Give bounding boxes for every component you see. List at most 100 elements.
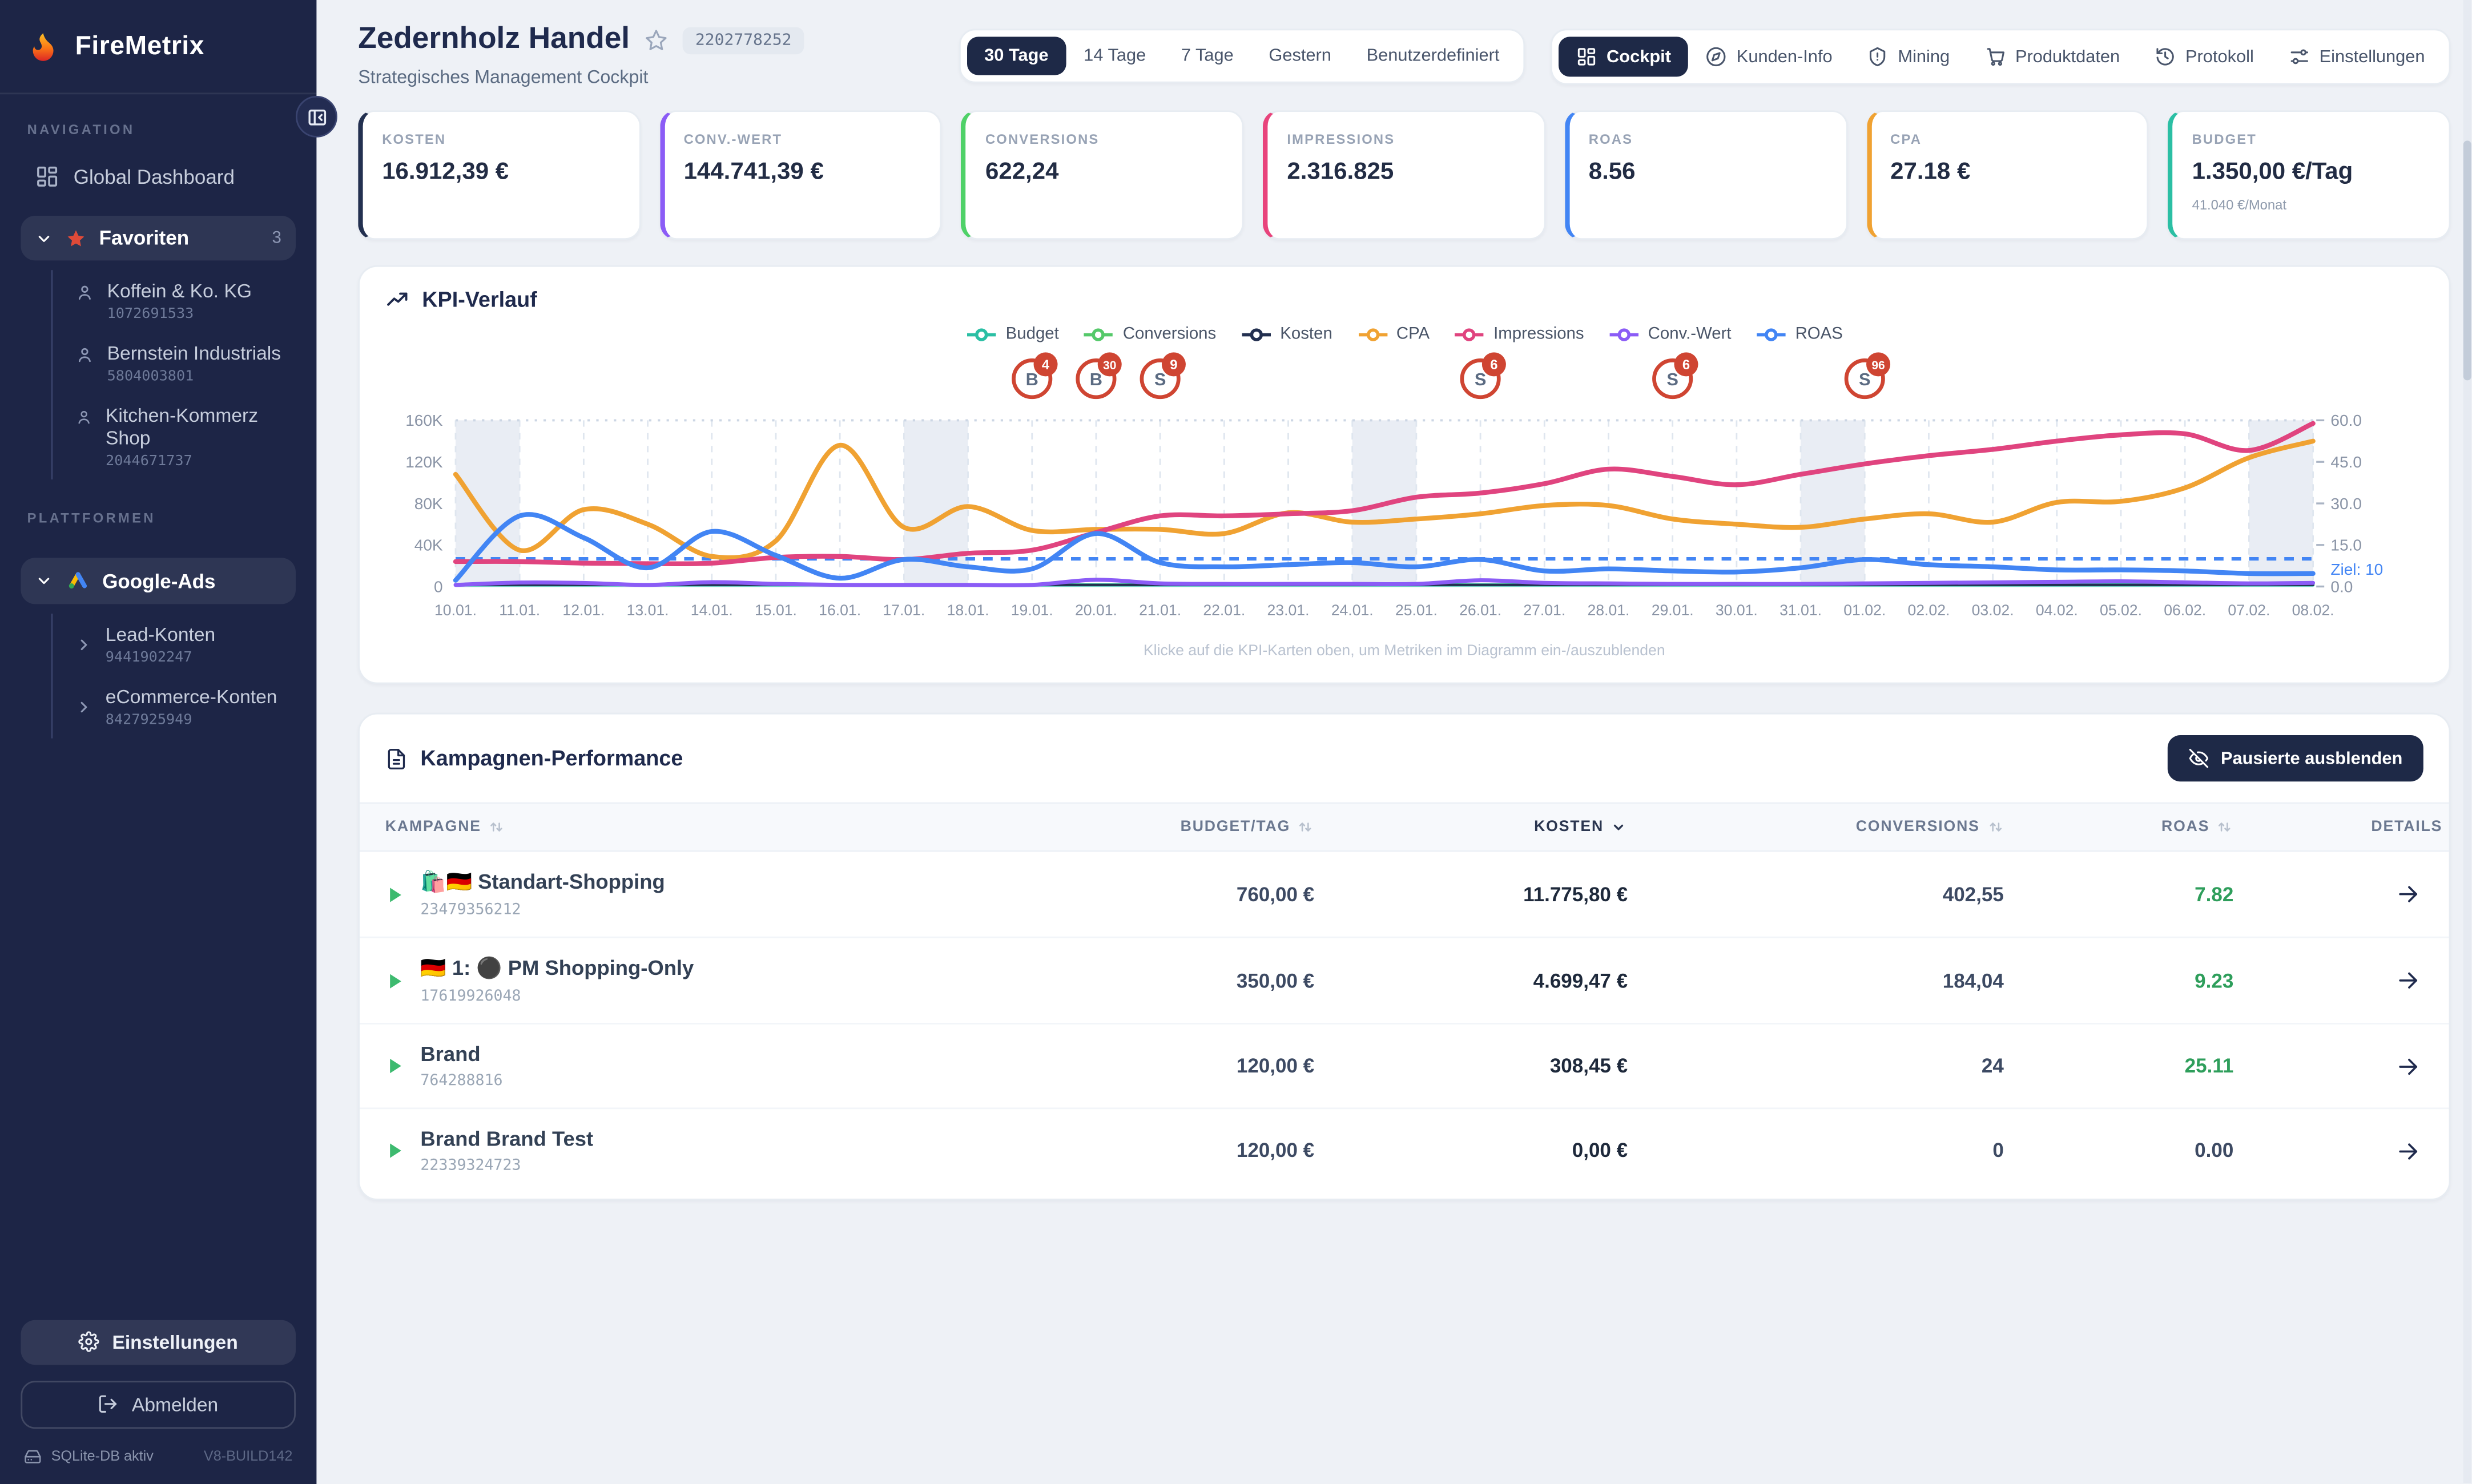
shield-icon xyxy=(1867,46,1888,67)
conversions-cell: 184,04 xyxy=(1634,969,2010,991)
table-row[interactable]: 🛍️🇩🇪 Standart-Shopping23479356212760,00 … xyxy=(360,852,2449,938)
tab-cockpit[interactable]: Cockpit xyxy=(1559,37,1689,76)
column-header-roas[interactable]: ROAS xyxy=(2010,818,2240,836)
tab-kunden-info[interactable]: Kunden-Info xyxy=(1689,37,1850,76)
sidebar-item-lead-konten[interactable]: Lead-Konten9441902247 xyxy=(72,614,296,676)
budget-cell: 760,00 € xyxy=(1070,883,1320,905)
campaign-name: Brand xyxy=(420,1042,502,1066)
column-header-kosten[interactable]: KOSTEN xyxy=(1320,818,1634,836)
annotation-marker[interactable]: B4 xyxy=(1014,352,1058,397)
kpi-chart-card: KPI-Verlauf BudgetConversionsKostenCPAIm… xyxy=(358,265,2450,684)
kpi-card-cpa[interactable]: CPA27.18 € xyxy=(1866,110,2149,240)
tab-einstellungen[interactable]: Einstellungen xyxy=(2272,37,2443,76)
sidebar-item-google-ads[interactable]: Google-Ads xyxy=(21,558,296,604)
column-header-budget-tag[interactable]: BUDGET/TAG xyxy=(1070,818,1320,836)
column-header-conversions[interactable]: CONVERSIONS xyxy=(1634,818,2010,836)
settings-button[interactable]: Einstellungen xyxy=(21,1320,296,1364)
legend-item-budget[interactable]: Budget xyxy=(966,324,1059,344)
sidebar-collapse-button[interactable] xyxy=(296,96,337,138)
column-header-details[interactable]: DETAILS xyxy=(2240,818,2449,836)
favorite-item[interactable]: Koffein & Ko. KG1072691533 xyxy=(72,270,296,332)
annotation-marker[interactable]: S6 xyxy=(1654,352,1698,397)
svg-text:6: 6 xyxy=(1490,357,1497,373)
campaign-name: 🛍️🇩🇪 Standart-Shopping xyxy=(420,869,665,895)
kpi-card-conv-wert[interactable]: CONV.-WERT144.741,39 € xyxy=(660,110,943,240)
table-row[interactable]: Brand764288816120,00 €308,45 €2425.11 xyxy=(360,1025,2449,1109)
range-30-tage[interactable]: 30 Tage xyxy=(967,37,1066,75)
budget-cell: 120,00 € xyxy=(1070,1139,1320,1162)
table-row[interactable]: 🇩🇪 1: ⚫ PM Shopping-Only17619926048350,0… xyxy=(360,938,2449,1025)
kpi-card-kosten[interactable]: KOSTEN16.912,39 € xyxy=(358,110,641,240)
roas-cell: 7.82 xyxy=(2010,883,2240,905)
kosten-cell: 4.699,47 € xyxy=(1320,969,1634,991)
scrollbar-thumb[interactable] xyxy=(2464,140,2472,380)
chart-svg: 040K80K120K160K0.015.030.045.060.0Ziel: … xyxy=(385,344,2423,628)
svg-text:96: 96 xyxy=(1871,359,1885,372)
svg-text:07.02.: 07.02. xyxy=(2228,602,2270,619)
trend-up-icon xyxy=(385,288,409,312)
page-header: Zedernholz Handel 2202778252 Strategisch… xyxy=(358,22,2450,88)
legend-item-kosten[interactable]: Kosten xyxy=(1240,324,1332,344)
svg-text:S: S xyxy=(1154,369,1166,389)
kpi-card-roas[interactable]: ROAS8.56 xyxy=(1565,110,1847,240)
hide-paused-button[interactable]: Pausierte ausblenden xyxy=(2168,735,2423,781)
annotation-marker[interactable]: S9 xyxy=(1142,352,1186,397)
legend-marker-icon xyxy=(1756,327,1787,341)
tab-protokoll[interactable]: Protokoll xyxy=(2137,37,2272,76)
annotation-marker[interactable]: B30 xyxy=(1078,352,1122,397)
legend-marker-icon xyxy=(1356,327,1388,341)
google-ads-label: Google-Ads xyxy=(102,570,281,592)
kpi-card-impressions[interactable]: IMPRESSIONS2.316.825 xyxy=(1263,110,1545,240)
main-content: Zedernholz Handel 2202778252 Strategisch… xyxy=(316,0,2472,1484)
favorite-toggle-star-icon[interactable] xyxy=(644,28,668,52)
sidebar-item-global-dashboard[interactable]: Global Dashboard xyxy=(21,154,296,200)
table-row[interactable]: Brand Brand Test22339324723120,00 €0,00 … xyxy=(360,1109,2449,1192)
platforms-section-label: PLATTFORMEN xyxy=(27,510,289,526)
range-benutzerdefiniert[interactable]: Benutzerdefiniert xyxy=(1349,37,1517,75)
scrollbar-track[interactable] xyxy=(2464,0,2472,1483)
budget-cell: 120,00 € xyxy=(1070,1055,1320,1077)
tab-produktdaten[interactable]: Produktdaten xyxy=(1967,37,2137,76)
svg-text:30.0: 30.0 xyxy=(2330,495,2362,513)
brand-title: FireMetrix xyxy=(75,31,204,62)
svg-text:45.0: 45.0 xyxy=(2330,453,2362,471)
sort-icon xyxy=(488,818,505,836)
page-title: Zedernholz Handel xyxy=(358,22,630,58)
legend-item-cpa[interactable]: CPA xyxy=(1356,324,1430,344)
svg-text:12.01.: 12.01. xyxy=(562,602,605,619)
legend-item-conversions[interactable]: Conversions xyxy=(1083,324,1216,344)
kpi-card-conversions[interactable]: CONVERSIONS622,24 xyxy=(961,110,1244,240)
svg-text:0.0: 0.0 xyxy=(2330,578,2353,595)
logout-button[interactable]: Abmelden xyxy=(21,1380,296,1428)
kosten-cell: 308,45 € xyxy=(1320,1055,1634,1077)
budget-cell: 350,00 € xyxy=(1070,969,1320,991)
google-ads-children: Lead-Konten9441902247eCommerce-Konten842… xyxy=(51,614,296,738)
svg-text:19.01.: 19.01. xyxy=(1011,602,1053,619)
nav-section-label: NAVIGATION xyxy=(27,122,289,138)
details-link[interactable] xyxy=(2240,1054,2449,1078)
details-link[interactable] xyxy=(2240,882,2449,906)
svg-text:15.01.: 15.01. xyxy=(755,602,797,619)
svg-text:60.0: 60.0 xyxy=(2330,412,2362,429)
range-7-tage[interactable]: 7 Tage xyxy=(1163,37,1251,75)
kpi-card-budget[interactable]: BUDGET1.350,00 €/Tag41.040 €/Monat xyxy=(2168,110,2451,240)
favorites-group-header[interactable]: Favoriten 3 xyxy=(21,216,296,260)
details-link[interactable] xyxy=(2240,1139,2449,1163)
svg-text:25.01.: 25.01. xyxy=(1395,602,1438,619)
legend-item-conv-wert[interactable]: Conv.-Wert xyxy=(1608,324,1732,344)
column-header-kampagne[interactable]: KAMPAGNE xyxy=(360,818,1070,836)
chevron-down-icon xyxy=(35,572,53,590)
details-link[interactable] xyxy=(2240,969,2449,993)
annotation-marker[interactable]: S6 xyxy=(1462,352,1506,397)
legend-item-roas[interactable]: ROAS xyxy=(1756,324,1843,344)
legend-item-impressions[interactable]: Impressions xyxy=(1454,324,1584,344)
range-14-tage[interactable]: 14 Tage xyxy=(1066,37,1163,75)
favorite-item[interactable]: Kitchen-Kommerz Shop2044671737 xyxy=(72,395,296,479)
tab-mining[interactable]: Mining xyxy=(1850,37,1967,76)
annotation-marker[interactable]: S96 xyxy=(1846,352,1890,397)
favorite-item[interactable]: Bernstein Industrials5804003801 xyxy=(72,332,296,394)
sidebar-item-ecommerce-konten[interactable]: eCommerce-Konten8427925949 xyxy=(72,676,296,738)
svg-text:23.01.: 23.01. xyxy=(1267,602,1310,619)
svg-text:14.01.: 14.01. xyxy=(691,602,733,619)
range-gestern[interactable]: Gestern xyxy=(1251,37,1349,75)
